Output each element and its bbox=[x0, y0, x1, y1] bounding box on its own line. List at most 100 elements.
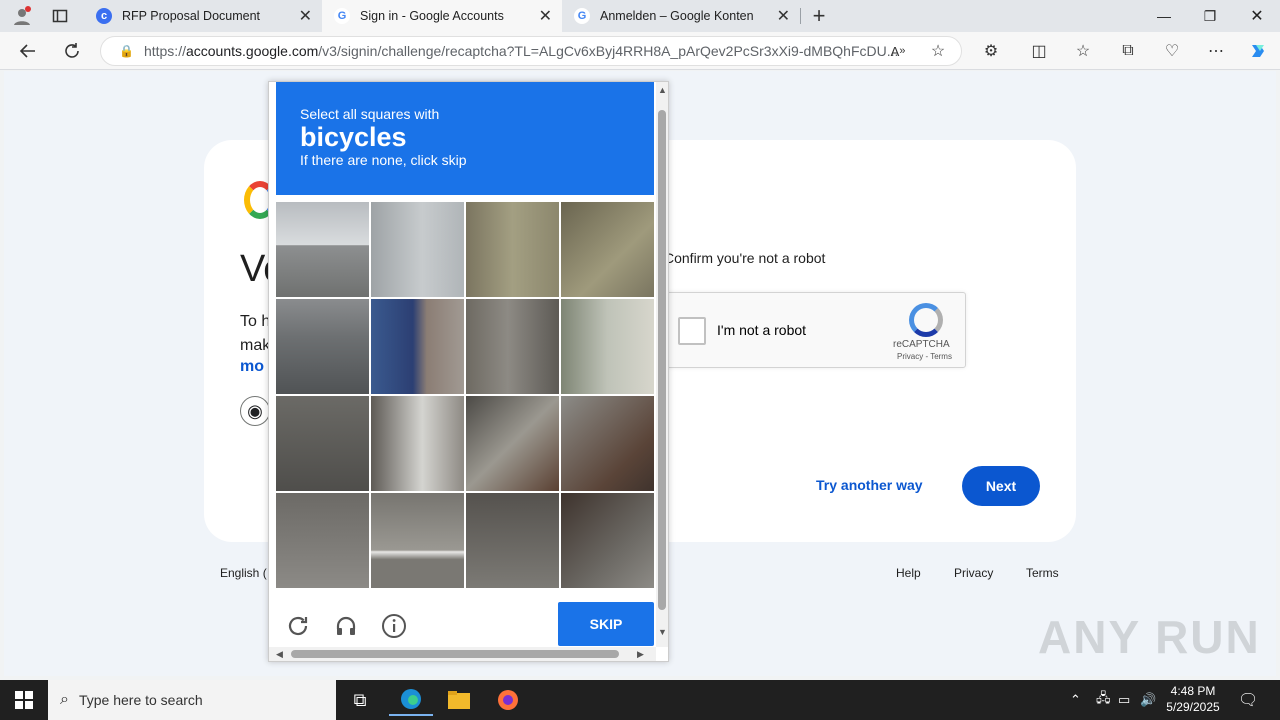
grid-tile[interactable] bbox=[371, 396, 464, 491]
copilot-icon[interactable] bbox=[1242, 35, 1274, 67]
lock-icon: 🔒 bbox=[119, 44, 134, 58]
google-favicon-icon: G bbox=[574, 8, 590, 24]
horizontal-scrollbar[interactable]: ◀ ▶ bbox=[269, 647, 656, 661]
recaptcha-brand: reCAPTCHA bbox=[893, 339, 950, 350]
tab-title: Sign in - Google Accounts bbox=[360, 9, 504, 23]
challenge-header: Select all squares with bicycles If ther… bbox=[276, 82, 654, 195]
ethernet-icon[interactable]: ▭ bbox=[1118, 680, 1130, 720]
confirm-text: Confirm you're not a robot bbox=[664, 250, 826, 266]
challenge-target: bicycles bbox=[300, 122, 407, 152]
help-link[interactable]: Help bbox=[896, 566, 921, 580]
privacy-link[interactable]: Privacy bbox=[954, 566, 993, 580]
grid-tile[interactable] bbox=[466, 202, 559, 297]
extensions-icon[interactable]: ⚙ bbox=[975, 35, 1007, 67]
tab-google-signin[interactable]: G Sign in - Google Accounts ✕ bbox=[322, 0, 562, 32]
address-bar: 🔒 https://accounts.google.com/v3/signin/… bbox=[0, 32, 1280, 70]
url-field[interactable]: 🔒 https://accounts.google.com/v3/signin/… bbox=[100, 36, 962, 66]
more-menu-icon[interactable]: ⋯ bbox=[1200, 35, 1232, 67]
grid-tile[interactable] bbox=[276, 202, 369, 297]
grid-tile[interactable] bbox=[466, 396, 559, 491]
description-line: To h bbox=[240, 313, 271, 330]
next-button[interactable]: Next bbox=[962, 466, 1040, 506]
tab-actions-icon[interactable] bbox=[44, 0, 76, 32]
skip-button[interactable]: SKIP bbox=[558, 602, 654, 646]
rfp-favicon-icon: c bbox=[96, 8, 112, 24]
grid-tile[interactable] bbox=[371, 299, 464, 394]
tab-title: Anmelden – Google Konten bbox=[600, 9, 754, 23]
reload-challenge-icon[interactable] bbox=[284, 612, 312, 640]
scroll-up-icon[interactable]: ▲ bbox=[658, 85, 667, 95]
grid-tile[interactable] bbox=[561, 396, 654, 491]
read-aloud-icon[interactable]: A» bbox=[882, 35, 914, 67]
close-icon[interactable]: ✕ bbox=[539, 6, 552, 26]
scroll-thumb[interactable] bbox=[291, 650, 619, 658]
anyrun-watermark: ANY RUN bbox=[1038, 611, 1261, 663]
performance-icon[interactable]: ♡ bbox=[1156, 35, 1188, 67]
minimize-icon[interactable]: — bbox=[1141, 0, 1187, 32]
taskbar-search[interactable]: ⌕ Type here to search bbox=[48, 680, 336, 720]
file-explorer-icon[interactable] bbox=[437, 684, 481, 716]
profile-icon[interactable] bbox=[6, 0, 38, 32]
scroll-left-icon[interactable]: ◀ bbox=[276, 649, 283, 660]
restore-icon[interactable]: ❐ bbox=[1187, 0, 1233, 32]
tab-bar: c RFP Proposal Document ✕ G Sign in - Go… bbox=[0, 0, 1280, 32]
window-close-icon[interactable]: ✕ bbox=[1234, 0, 1280, 32]
grid-tile[interactable] bbox=[466, 493, 559, 588]
vertical-scrollbar[interactable]: ▲ ▼ bbox=[656, 82, 668, 647]
grid-tile[interactable] bbox=[561, 202, 654, 297]
notification-icon[interactable]: 🗨 bbox=[1238, 680, 1258, 720]
grid-tile[interactable] bbox=[466, 299, 559, 394]
grid-tile[interactable] bbox=[276, 396, 369, 491]
refresh-icon[interactable] bbox=[56, 35, 88, 67]
audio-challenge-icon[interactable] bbox=[332, 612, 360, 640]
firefox-icon[interactable] bbox=[486, 684, 530, 716]
back-icon[interactable] bbox=[12, 35, 44, 67]
scroll-down-icon[interactable]: ▼ bbox=[658, 627, 667, 637]
show-hidden-icons[interactable]: ⌃ bbox=[1070, 680, 1081, 720]
clock-time: 4:48 PM bbox=[1170, 684, 1216, 698]
challenge-image-grid bbox=[276, 202, 654, 588]
scroll-right-icon[interactable]: ▶ bbox=[637, 649, 644, 660]
split-screen-icon[interactable]: ◫ bbox=[1023, 35, 1055, 67]
language-selector[interactable]: English ( bbox=[220, 566, 267, 580]
try-another-way-button[interactable]: Try another way bbox=[816, 477, 923, 493]
grid-tile[interactable] bbox=[561, 299, 654, 394]
favorites-icon[interactable]: ☆ bbox=[1067, 35, 1099, 67]
terms-link[interactable]: Terms bbox=[1026, 566, 1059, 580]
system-clock[interactable]: 4:48 PM 5/29/2025 bbox=[1160, 683, 1226, 715]
recaptcha-checkbox[interactable] bbox=[678, 317, 706, 345]
challenge-instruction: Select all squares with bbox=[300, 106, 440, 122]
favorite-star-icon[interactable]: ☆ bbox=[922, 35, 954, 67]
windows-start-icon[interactable] bbox=[0, 680, 48, 720]
close-icon[interactable]: ✕ bbox=[777, 6, 790, 26]
collections-icon[interactable]: ⧉ bbox=[1112, 35, 1144, 67]
url-path: /v3/signin/challenge/recaptcha?TL=ALgCv6… bbox=[318, 43, 899, 59]
volume-icon[interactable]: 🔊 bbox=[1140, 680, 1156, 720]
grid-tile[interactable] bbox=[561, 493, 654, 588]
description: To h mak bbox=[240, 310, 270, 358]
taskbar: ⌕ Type here to search ⧉ ⌃ 🖧 ▭ 🔊 4:48 PM … bbox=[0, 680, 1280, 720]
info-icon[interactable] bbox=[380, 612, 408, 640]
grid-tile[interactable] bbox=[371, 202, 464, 297]
tab-rfp-proposal[interactable]: c RFP Proposal Document ✕ bbox=[84, 0, 322, 32]
scroll-thumb[interactable] bbox=[658, 110, 666, 610]
grid-tile[interactable] bbox=[371, 493, 464, 588]
grid-tile[interactable] bbox=[276, 299, 369, 394]
recaptcha-terms-link[interactable]: Privacy - Terms bbox=[897, 352, 952, 361]
tab-separator bbox=[800, 8, 801, 24]
description-line: mak bbox=[240, 337, 271, 354]
learn-more-link[interactable]: mo bbox=[240, 358, 264, 376]
network-tray-icon[interactable]: 🖧 bbox=[1096, 680, 1111, 720]
grid-tile[interactable] bbox=[276, 493, 369, 588]
account-avatar-icon[interactable]: ◉ bbox=[240, 396, 270, 426]
clock-date: 5/29/2025 bbox=[1166, 700, 1220, 714]
edge-taskbar-icon[interactable] bbox=[389, 684, 433, 716]
new-tab-icon[interactable]: + bbox=[803, 0, 835, 32]
close-icon[interactable]: ✕ bbox=[299, 6, 312, 26]
task-view-icon[interactable]: ⧉ bbox=[338, 684, 382, 716]
recaptcha-label: I'm not a robot bbox=[717, 322, 807, 338]
url-domain: accounts.google.com bbox=[185, 43, 319, 59]
search-icon: ⌕ bbox=[60, 691, 69, 708]
tab-google-anmelden[interactable]: G Anmelden – Google Konten ✕ bbox=[562, 0, 800, 32]
url-prefix: https:// bbox=[143, 43, 186, 59]
